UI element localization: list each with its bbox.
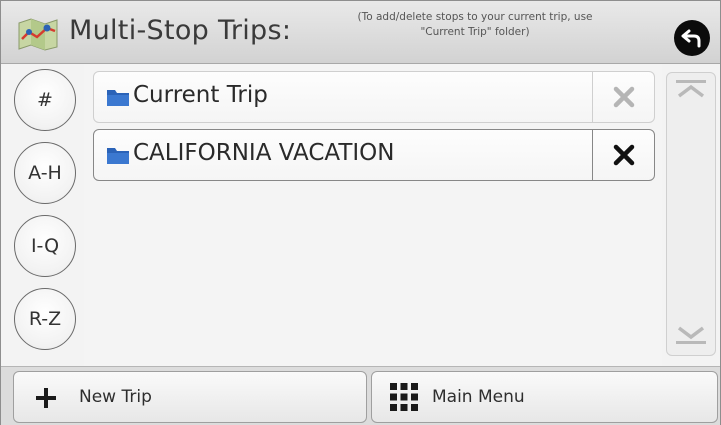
main-menu-button[interactable]: Main Menu [371,371,718,423]
trip-row-california-vacation[interactable]: CALIFORNIA VACATION [93,129,655,181]
delete-trip-button[interactable] [592,72,654,122]
chevron-up-icon [676,80,706,98]
header-bar: Multi-Stop Trips: (To add/delete stops t… [1,1,720,64]
folder-icon [107,148,129,164]
index-button-hash[interactable]: # [14,69,76,131]
close-icon [613,144,634,166]
index-button-r-z[interactable]: R-Z [14,288,76,350]
back-arrow-icon [681,29,701,48]
new-trip-button[interactable]: New Trip [13,371,367,423]
close-icon [613,86,634,108]
back-button[interactable] [674,20,710,56]
trip-list: Current Trip CALIFORNIA VACATION [84,64,662,366]
scrollbar[interactable] [666,72,716,356]
index-button-i-q[interactable]: I-Q [14,215,76,277]
index-button-a-h[interactable]: A-H [14,142,76,204]
trip-label: Current Trip [133,82,268,108]
trip-row-current-trip[interactable]: Current Trip [93,71,655,123]
scroll-up-button[interactable] [667,77,715,103]
index-column: # A-H I-Q R-Z [0,64,84,366]
grid-icon [390,383,418,411]
hint-text: (To add/delete stops to your current tri… [357,11,593,38]
delete-trip-button[interactable] [592,130,654,180]
folder-icon [107,90,129,106]
map-icon [18,18,58,51]
bottom-toolbar: New Trip Main Menu [1,366,720,425]
plus-icon [36,388,56,408]
main-menu-label: Main Menu [432,387,525,407]
new-trip-label: New Trip [79,387,152,407]
chevron-down-icon [676,326,706,344]
trip-label: CALIFORNIA VACATION [133,140,395,166]
scroll-down-button[interactable] [667,325,715,351]
page-title: Multi-Stop Trips: [69,15,292,46]
